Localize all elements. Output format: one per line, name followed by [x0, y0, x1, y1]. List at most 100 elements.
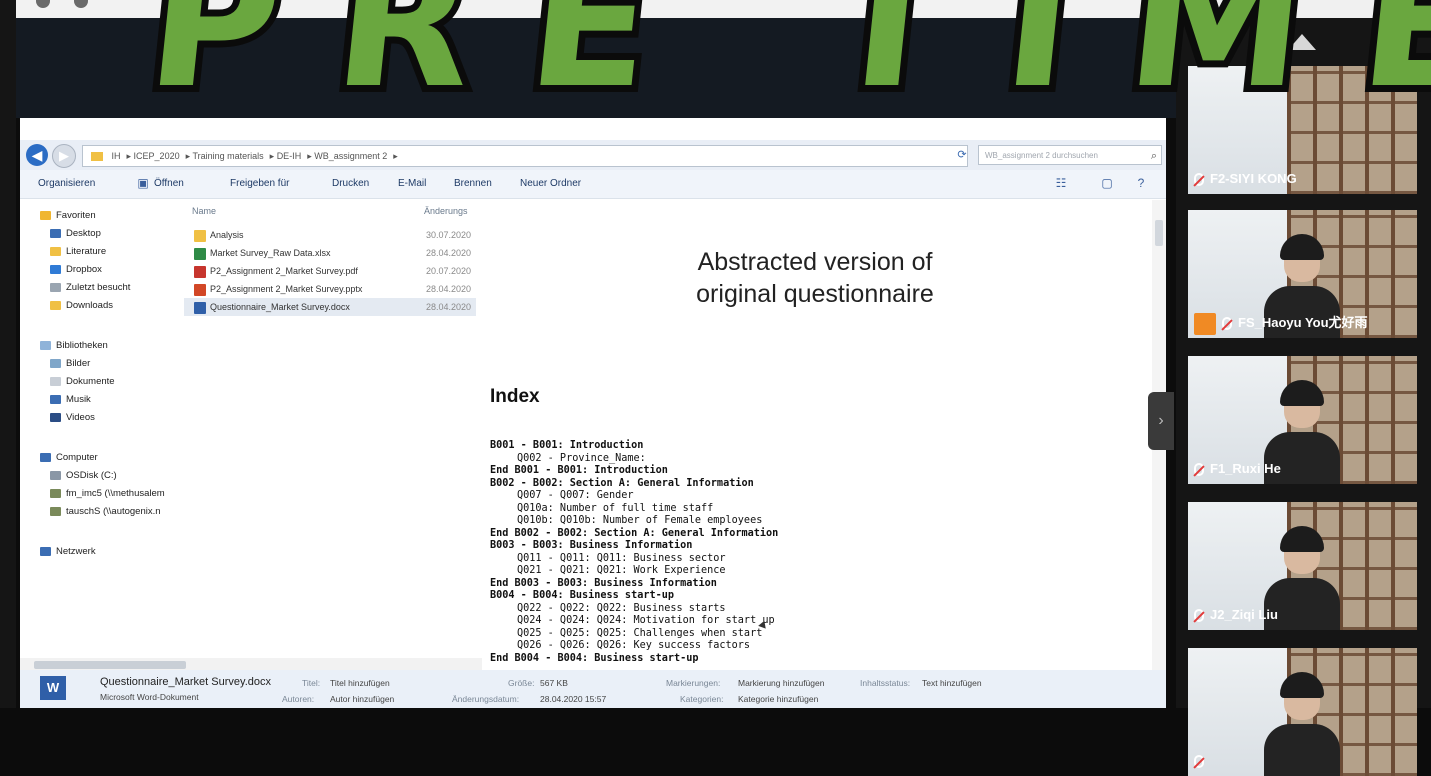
breadcrumb-item[interactable]: IH: [112, 151, 121, 161]
powerpoint-file-icon: [194, 283, 206, 296]
breadcrumb-item[interactable]: DE-IH: [277, 151, 302, 161]
participant-name: FS_Haoyu You尤好雨: [1238, 315, 1368, 330]
address-row: ◀ ▶ IH ▸ ICEP_2020 ▸ Training materials ▸ D…: [20, 140, 1166, 170]
index-line: Q010b: Q010b: Number of Female employees: [517, 515, 763, 526]
nav-item-network-drive[interactable]: tauschS (\\autogenix.n: [50, 504, 161, 520]
column-header-name[interactable]: Name: [192, 206, 216, 216]
overlay-title: PRE TIME: [132, 0, 1431, 134]
index-line: B004 - B004: Business start-up: [490, 590, 675, 601]
detail-tags-value[interactable]: Markierung hinzufügen: [738, 678, 824, 688]
document-heading: Abstracted version of original questionn…: [696, 248, 934, 308]
index-line: Q026 - Q026: Q026: Key success factors: [517, 640, 751, 651]
scroll-thumb[interactable]: [34, 661, 186, 669]
file-explorer-window: ◀ ▶ IH ▸ ICEP_2020 ▸ Training materials ▸ D…: [20, 118, 1166, 708]
burn-button[interactable]: Brennen: [454, 170, 492, 198]
file-row[interactable]: P2_Assignment 2_Market Survey.pptx 28.04.…: [184, 280, 476, 298]
nav-network[interactable]: Netzwerk: [40, 544, 96, 560]
organize-button[interactable]: Organisieren: [38, 170, 95, 198]
participant-video: [1264, 672, 1340, 776]
pdf-file-icon: [194, 265, 206, 278]
preview-pane: Abstracted version of original questionn…: [482, 200, 1152, 670]
detail-category-value[interactable]: Kategorie hinzufügen: [738, 694, 818, 704]
nav-computer[interactable]: Computer: [40, 450, 98, 466]
search-input[interactable]: WB_assignment 2 durchsuchen ⌕: [978, 145, 1162, 165]
participant-name-bar: J2_Ziqi Liu: [1194, 604, 1278, 626]
detail-file-name: Questionnaire_Market Survey.docx: [100, 676, 271, 688]
nav-item-videos[interactable]: Videos: [50, 410, 95, 426]
folder-icon: [91, 152, 103, 162]
network-icon: [40, 546, 51, 556]
left-frame: [0, 0, 16, 708]
index-line: End B003 - B003: Business Information: [490, 577, 717, 589]
forward-arrow-icon[interactable]: ▶: [52, 144, 76, 168]
participant-tile[interactable]: [1188, 648, 1417, 776]
email-button[interactable]: E-Mail: [398, 170, 426, 198]
search-placeholder: WB_assignment 2 durchsuchen: [985, 151, 1098, 160]
print-button[interactable]: Drucken: [332, 170, 369, 198]
index-line: Q011 - Q011: Q011: Business sector: [517, 552, 726, 564]
index-line: Q025 - Q025: Q025: Challenges when start: [517, 627, 763, 639]
share-button[interactable]: Freigeben für: [230, 170, 289, 198]
nav-item-dropbox[interactable]: Dropbox: [50, 262, 102, 278]
command-toolbar: Organisieren ▣ Öffnen Freigeben für Druc…: [20, 170, 1166, 199]
nav-item-documents[interactable]: Dokumente: [50, 374, 115, 390]
index-line: Q021 - Q021: Q021: Work Experience: [517, 565, 726, 576]
nav-item-recent[interactable]: Zuletzt besucht: [50, 280, 130, 296]
nav-favorites[interactable]: Favoriten: [40, 208, 96, 224]
details-pane: W Questionnaire_Market Survey.docx Micro…: [20, 670, 1166, 708]
documents-icon: [50, 376, 61, 386]
index-title: Index: [490, 386, 540, 407]
breadcrumb-item[interactable]: ICEP_2020: [134, 151, 180, 161]
detail-size-label: Größe:: [508, 678, 535, 688]
participant-tile[interactable]: F1_Ruxi He: [1188, 356, 1417, 484]
chevron-right-icon[interactable]: ›: [1148, 392, 1174, 450]
file-row[interactable]: Market Survey_Raw Data.xlsx 28.04.2020: [184, 244, 476, 262]
detail-size-value: 567 KB: [540, 678, 568, 688]
participant-video: [1264, 526, 1340, 630]
muted-mic-icon: [1194, 755, 1204, 769]
breadcrumb-item[interactable]: Training materials: [192, 151, 263, 161]
downloads-icon: [50, 300, 61, 310]
breadcrumb-item[interactable]: WB_assignment 2: [314, 151, 387, 161]
participant-tile[interactable]: J2_Ziqi Liu: [1188, 502, 1417, 630]
index-line: Q024 - Q024: Q024: Motivation for start …: [517, 615, 775, 626]
navigation-pane: Favoriten Desktop Literature Dropbox Zul…: [20, 200, 178, 656]
index-line: B002 - B002: Section A: General Informat…: [490, 477, 754, 489]
nav-item-music[interactable]: Musik: [50, 392, 91, 408]
folder-icon: [50, 246, 61, 256]
file-row[interactable]: Analysis 30.07.2020: [184, 226, 476, 244]
file-row-selected[interactable]: Questionnaire_Market Survey.docx 28.04.20…: [184, 298, 476, 316]
refresh-icon[interactable]: ⟳: [952, 145, 972, 165]
view-options-icon[interactable]: ☷: [1054, 176, 1068, 190]
window-control-icon[interactable]: [36, 0, 50, 8]
address-bar[interactable]: IH ▸ ICEP_2020 ▸ Training materials ▸ DE-IH…: [82, 145, 968, 167]
index-list: B001 - B001: Introduction Q002 - Province…: [490, 440, 778, 665]
column-header-date[interactable]: Änderungs: [424, 206, 468, 216]
nav-item-literature[interactable]: Literature: [50, 244, 106, 260]
nav-item-osdisk[interactable]: OSDisk (C:): [50, 468, 117, 484]
word-icon: ▣: [137, 176, 149, 190]
detail-title-value[interactable]: Titel hinzufügen: [330, 678, 390, 688]
nav-item-desktop[interactable]: Desktop: [50, 226, 101, 242]
new-folder-button[interactable]: Neuer Ordner: [520, 170, 581, 198]
index-line: Q022 - Q022: Q022: Business starts: [517, 602, 726, 614]
index-line: End B002 - B002: Section A: General Info…: [490, 527, 779, 539]
preview-pane-icon[interactable]: ▢: [1100, 176, 1114, 190]
participant-name: J2_Ziqi Liu: [1210, 607, 1278, 622]
nav-item-downloads[interactable]: Downloads: [50, 298, 113, 314]
scroll-thumb[interactable]: [1155, 220, 1163, 246]
help-icon[interactable]: ?: [1134, 176, 1148, 190]
file-row[interactable]: P2_Assignment 2_Market Survey.pdf 20.07.2…: [184, 262, 476, 280]
nav-libraries[interactable]: Bibliotheken: [40, 338, 108, 354]
detail-authors-value[interactable]: Autor hinzufügen: [330, 694, 394, 704]
participant-tile[interactable]: FS_Haoyu You尤好雨: [1188, 210, 1417, 338]
detail-status-value[interactable]: Text hinzufügen: [922, 678, 982, 688]
search-icon[interactable]: ⌕: [1151, 146, 1157, 166]
open-button[interactable]: Öffnen: [154, 170, 184, 198]
excel-file-icon: [194, 247, 206, 260]
window-control-icon[interactable]: [74, 0, 88, 8]
back-arrow-icon[interactable]: ◀: [26, 144, 48, 166]
nav-item-network-drive[interactable]: fm_imc5 (\\methusalem: [50, 486, 165, 502]
nav-item-pictures[interactable]: Bilder: [50, 356, 90, 372]
index-line: Q002 - Province_Name:: [517, 452, 646, 464]
